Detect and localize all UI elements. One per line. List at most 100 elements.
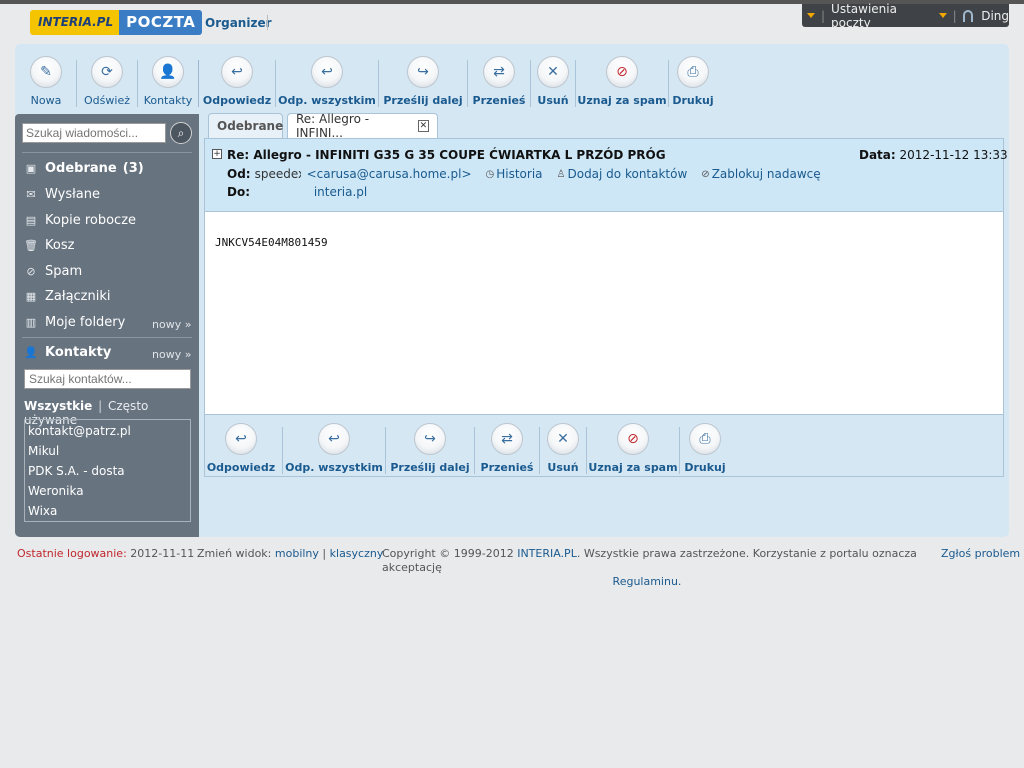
organizer-link[interactable]: Organizer (205, 16, 272, 30)
move-button-bottom[interactable]: ⇄ Przenieś (481, 423, 533, 474)
message-to: Do: interia.pl (227, 185, 368, 199)
inbox-icon: ▣ (25, 162, 37, 175)
user-name[interactable]: Ding (981, 9, 1009, 23)
contact-search-input[interactable] (24, 369, 191, 389)
block-sender-link[interactable]: ⊘ Zablokuj nadawcę (701, 167, 820, 181)
logo[interactable]: INTERIA.PL POCZTA (30, 10, 203, 35)
reply-button[interactable]: ↩ Odpowiedz (203, 56, 271, 107)
folder-trash[interactable]: 🗑 Kosz (23, 238, 74, 253)
settings-menu[interactable]: Ustawienia poczty (831, 2, 921, 30)
new-message-button[interactable]: ✎ Nowa (22, 56, 70, 107)
forward-icon: ↪ (414, 423, 446, 455)
reply-all-button-bottom[interactable]: ↩ Odp. wszystkim (285, 423, 383, 474)
sender-name: speedex (254, 167, 301, 181)
sent-icon: ✉ (26, 188, 36, 201)
unread-count: (3) (122, 161, 144, 176)
toolbar-separator (530, 60, 531, 107)
logo-poczta: POCZTA (119, 10, 203, 35)
dropdown-arrow-icon (807, 13, 815, 18)
folder-attachments[interactable]: ▦ Załączniki (23, 289, 111, 304)
add-contact-link[interactable]: ♙ Dodaj do kontaktów (557, 167, 688, 181)
mark-spam-button-bottom[interactable]: ⊘ Uznaj za spam (588, 423, 678, 474)
recipient-email[interactable]: interia.pl (314, 185, 367, 199)
folder-my-folders[interactable]: ▥ Moje foldery (23, 315, 126, 330)
contacts-heading[interactable]: 👤 Kontakty (23, 345, 111, 360)
trash-icon: 🗑 (24, 239, 38, 252)
bottom-toolbar: ↩ Odpowiedz ↩ Odp. wszystkim ↪ Prześlij … (206, 423, 726, 474)
new-folder-link[interactable]: nowy » (152, 318, 191, 331)
contact-item[interactable]: PDK S.A. - dosta (28, 461, 187, 481)
print-button[interactable]: ⎙ Drukuj (672, 56, 714, 107)
logo-interia: INTERIA.PL (30, 10, 120, 35)
sidebar: ⌕ ▣ Odebrane (3) ✉ Wysłane ▤ Kopie roboc… (15, 114, 199, 537)
terms-link[interactable]: Regulaminu. (613, 575, 682, 588)
expand-icon[interactable]: + (212, 149, 222, 159)
toolbar-separator (668, 60, 669, 107)
delete-button-bottom[interactable]: ✕ Usuń (546, 423, 580, 474)
user-bar: | Ustawienia poczty | Ding (802, 2, 1009, 30)
contact-item[interactable]: Mikul (28, 441, 187, 461)
view-mobile-link[interactable]: mobilny (275, 547, 319, 560)
forward-button[interactable]: ↪ Prześlij dalej (383, 56, 463, 107)
move-button[interactable]: ⇄ Przenieś (473, 56, 525, 107)
new-contact-link[interactable]: nowy » (152, 348, 191, 361)
search-icon[interactable]: ⌕ (170, 122, 192, 144)
headset-icon (962, 9, 974, 22)
folder-drafts[interactable]: ▤ Kopie robocze (23, 213, 136, 228)
toolbar-separator (282, 427, 283, 474)
filter-separator: | (98, 399, 103, 413)
dropdown-arrow-icon (938, 13, 947, 18)
toolbar-separator (679, 427, 680, 474)
print-button-bottom[interactable]: ⎙ Drukuj (684, 423, 726, 474)
copyright: Copyright © 1999-2012 INTERIA.PL. Wszyst… (382, 547, 917, 588)
block-icon: ⊘ (701, 168, 710, 180)
message-body-text: JNKCV54E04M801459 (215, 236, 328, 249)
view-classic-link[interactable]: klasyczny (330, 547, 384, 560)
forward-icon: ↪ (407, 56, 439, 88)
contacts-button[interactable]: 👤 Kontakty (144, 56, 192, 107)
report-problem-link[interactable]: Zgłoś problem (941, 547, 1020, 560)
sender-email[interactable]: <carusa@carusa.home.pl> (307, 167, 472, 181)
sidebar-divider (22, 337, 192, 338)
reply-all-icon: ↩ (311, 56, 343, 88)
folder-spam[interactable]: ⊘ Spam (23, 264, 82, 279)
history-link[interactable]: ◷ Historia (486, 167, 543, 181)
spam-icon: ⊘ (606, 56, 638, 88)
printer-icon: ⎙ (677, 56, 709, 88)
filter-all[interactable]: Wszystkie (24, 399, 92, 413)
separator: | (952, 8, 957, 23)
tab-inbox[interactable]: Odebrane (208, 113, 283, 138)
reply-button-bottom[interactable]: ↩ Odpowiedz (206, 423, 276, 474)
view-switcher: Zmień widok: mobilny | klasyczny (197, 547, 384, 560)
folder-sent[interactable]: ✉ Wysłane (23, 187, 100, 202)
toolbar-separator (539, 427, 540, 474)
last-login: Ostatnie logowanie: 2012-11-11 (17, 547, 195, 560)
delete-button[interactable]: ✕ Usuń (537, 56, 569, 107)
contact-item[interactable]: Weronika (28, 481, 187, 501)
tab-message[interactable]: Re: Allegro - INFINI... ✕ (287, 112, 438, 140)
reply-all-icon: ↩ (318, 423, 350, 455)
clock-icon: ◷ (485, 168, 495, 180)
message-search-input[interactable] (22, 123, 166, 143)
mark-spam-button[interactable]: ⊘ Uznaj za spam (577, 56, 667, 107)
spam-icon: ⊘ (617, 423, 649, 455)
folders-icon: ▥ (25, 316, 37, 329)
refresh-button[interactable]: ⟳ Odśwież (83, 56, 131, 107)
delete-icon: ✕ (537, 56, 569, 88)
toolbar-separator (385, 427, 386, 474)
refresh-icon: ⟳ (91, 56, 123, 88)
close-icon[interactable]: ✕ (417, 120, 429, 132)
printer-icon: ⎙ (689, 423, 721, 455)
add-contact-icon: ♙ (556, 168, 566, 180)
toolbar-separator (474, 427, 475, 474)
folder-inbox[interactable]: ▣ Odebrane (3) (23, 161, 144, 176)
contact-item[interactable]: Wixa (28, 501, 187, 521)
toolbar-separator (575, 60, 576, 107)
separator: | (821, 8, 826, 23)
toolbar-separator (137, 60, 138, 107)
contact-item[interactable]: kontakt@patrz.pl (28, 421, 187, 441)
toolbar-separator (76, 60, 77, 107)
interia-link[interactable]: INTERIA.PL (517, 547, 577, 560)
reply-all-button[interactable]: ↩ Odp. wszystkim (278, 56, 376, 107)
forward-button-bottom[interactable]: ↪ Prześlij dalej (390, 423, 470, 474)
